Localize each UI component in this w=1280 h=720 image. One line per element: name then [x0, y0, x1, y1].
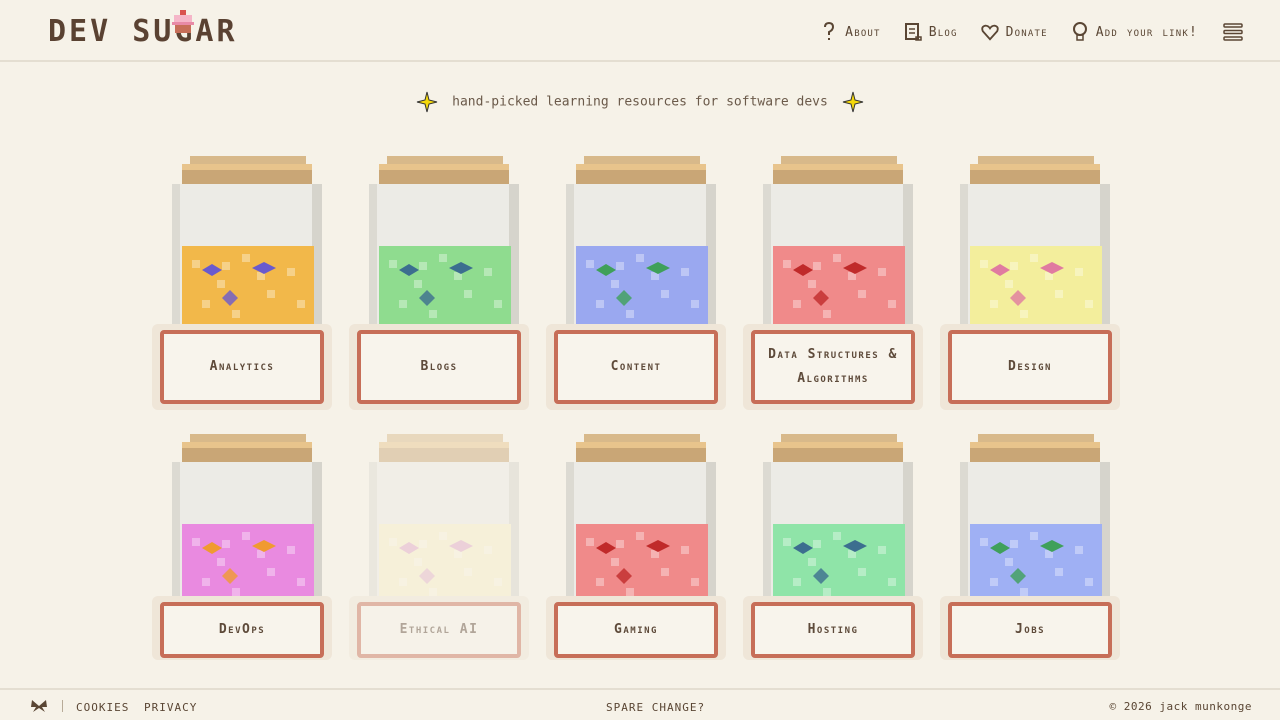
jar-icon: [763, 156, 913, 326]
jar-label-frame: Data Structures & Algorithms: [743, 324, 923, 410]
jar-icon: [960, 434, 1110, 604]
tagline: hand-picked learning resources for softw…: [0, 91, 1280, 113]
jar-label[interactable]: Blogs: [357, 330, 521, 404]
jar-label-frame: Analytics: [152, 324, 332, 410]
copyright: © 2026 jack munkonge: [1109, 700, 1252, 713]
footer-divider: [62, 700, 63, 712]
lightbulb-icon: [1072, 22, 1087, 41]
cookies-link[interactable]: cookies: [76, 701, 129, 714]
nav-blog[interactable]: Blog: [903, 21, 958, 43]
jar-icon: [369, 156, 519, 326]
jar-icon: [960, 156, 1110, 326]
site-footer: cookies privacy spare change? © 2026 jac…: [0, 688, 1280, 720]
spare-change-link[interactable]: spare change?: [606, 701, 705, 714]
nav-add-link-label: Add your link!: [1095, 24, 1198, 40]
butterfly-icon[interactable]: [30, 698, 48, 714]
scroll-icon: [904, 23, 922, 41]
jar-label[interactable]: Hosting: [751, 602, 915, 658]
jar-label-frame: Design: [940, 324, 1120, 410]
jar-icon: [369, 434, 519, 604]
jar-label-frame: Content: [546, 324, 726, 410]
jar-label[interactable]: Analytics: [160, 330, 324, 404]
jar-icon: [763, 434, 913, 604]
jar-icon: [172, 434, 322, 604]
jar-label-frame: Ethical AI: [349, 596, 529, 660]
nav-about-label: About: [845, 24, 881, 40]
jar-label[interactable]: Ethical AI: [357, 602, 521, 658]
main-nav: About Blog Donate Add your link!: [797, 18, 1244, 46]
jar-label-frame: Hosting: [743, 596, 923, 660]
nav-donate-label: Donate: [1005, 24, 1048, 40]
tagline-text: hand-picked learning resources for softw…: [452, 94, 828, 110]
jar-label[interactable]: Design: [948, 330, 1112, 404]
jar-icon: [566, 434, 716, 604]
logo-text: DEV SUGAR: [48, 13, 238, 49]
cupcake-icon: [172, 10, 194, 33]
sparkle-icon: [417, 91, 438, 113]
nav-add-link[interactable]: Add your link!: [1070, 21, 1198, 43]
question-icon: [824, 21, 835, 40]
nav-about[interactable]: About: [819, 21, 881, 43]
hamburger-menu-icon[interactable]: [1222, 21, 1244, 43]
jar-icon: [172, 156, 322, 326]
jar-label-frame: Jobs: [940, 596, 1120, 660]
jar-label-frame: Gaming: [546, 596, 726, 660]
logo[interactable]: DEV SUGAR: [48, 10, 238, 49]
sparkle-icon: [842, 91, 863, 113]
nav-donate[interactable]: Donate: [980, 21, 1048, 43]
heart-icon: [980, 24, 999, 41]
jar-label[interactable]: Gaming: [554, 602, 718, 658]
jar-label-frame: Blogs: [349, 324, 529, 410]
jar-label[interactable]: Data Structures & Algorithms: [751, 330, 915, 404]
jar-icon: [566, 156, 716, 326]
privacy-link[interactable]: privacy: [144, 701, 197, 714]
nav-blog-label: Blog: [928, 24, 958, 40]
jar-label-frame: DevOps: [152, 596, 332, 660]
jar-label[interactable]: Content: [554, 330, 718, 404]
site-header: DEV SUGAR About Blog Donate Add your lin…: [0, 0, 1280, 62]
jar-label[interactable]: Jobs: [948, 602, 1112, 658]
jar-label[interactable]: DevOps: [160, 602, 324, 658]
